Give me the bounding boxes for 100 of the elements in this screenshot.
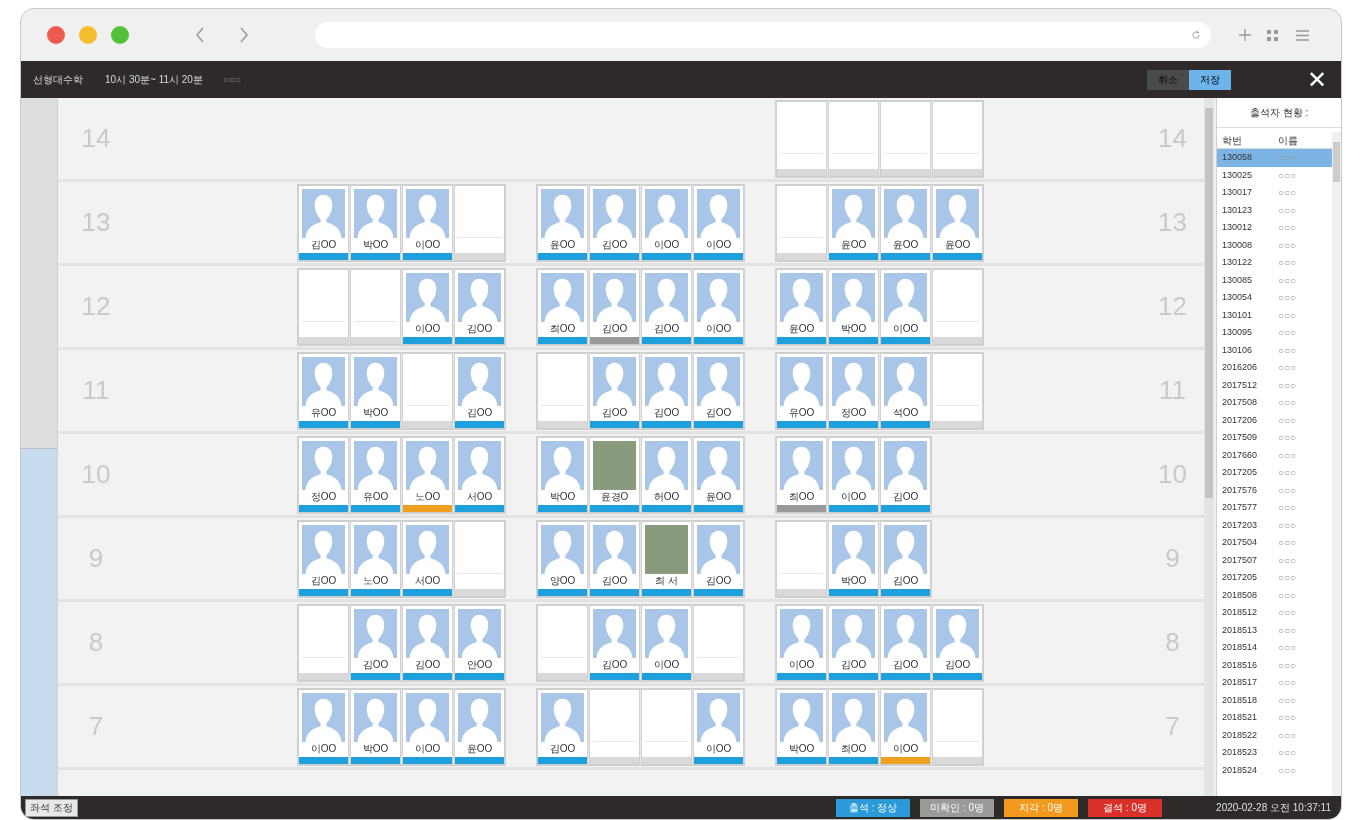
roster-row[interactable]: 2018514 ○○○ [1217, 639, 1332, 657]
seat-card[interactable] [880, 100, 931, 177]
seat-card[interactable]: 김OO [537, 688, 588, 765]
seat-card[interactable] [828, 100, 879, 177]
section-tab[interactable] [21, 449, 57, 796]
seat-card[interactable]: 김OO [298, 520, 349, 597]
toolbar-button[interactable]: 저장 [1189, 69, 1231, 90]
roster-row[interactable]: 2018513 ○○○ [1217, 621, 1332, 639]
seat-card[interactable]: 윤OO [880, 184, 931, 261]
seat-card[interactable]: 윤OO [537, 184, 588, 261]
seat-card[interactable]: 윤OO [828, 184, 879, 261]
seat-card[interactable]: 김OO [454, 268, 505, 345]
seat-card[interactable]: 이OO [402, 688, 453, 765]
seat-card[interactable]: 김OO [589, 268, 640, 345]
seat-card[interactable]: 김OO [828, 604, 879, 681]
seat-card[interactable]: 김OO [693, 352, 744, 429]
seat-card[interactable]: 김OO [589, 604, 640, 681]
roster-row[interactable]: 130101 ○○○ [1217, 306, 1332, 324]
seat-card[interactable]: 박OO [537, 436, 588, 513]
roster-row[interactable]: 2017203 ○○○ [1217, 516, 1332, 534]
menu-icon[interactable] [1296, 29, 1309, 41]
roster-row[interactable]: 2017512 ○○○ [1217, 376, 1332, 394]
seat-card[interactable]: 유OO [350, 436, 401, 513]
seat-card[interactable] [932, 688, 983, 765]
roster-row[interactable]: 2017507 ○○○ [1217, 551, 1332, 569]
seat-card[interactable]: 안OO [454, 604, 505, 681]
close-button[interactable]: ✕ [1307, 67, 1327, 92]
roster-row[interactable]: 2016206 ○○○ [1217, 359, 1332, 377]
seat-card[interactable] [454, 520, 505, 597]
seat-card[interactable]: 최 서 [641, 520, 692, 597]
seat-card[interactable]: 서OO [454, 436, 505, 513]
roster-row[interactable]: 2017509 ○○○ [1217, 429, 1332, 447]
forward-icon[interactable] [239, 27, 249, 43]
plus-icon[interactable] [1239, 29, 1251, 41]
roster-row[interactable]: 2017504 ○○○ [1217, 534, 1332, 552]
roster-row[interactable]: 130058 ○○○ [1217, 149, 1332, 167]
roster-row[interactable]: 130008 ○○○ [1217, 236, 1332, 254]
seat-card[interactable]: 박OO [350, 688, 401, 765]
roster-row[interactable]: 2018524 ○○○ [1217, 761, 1332, 779]
roster-row[interactable]: 130122 ○○○ [1217, 254, 1332, 272]
seat-card[interactable]: 석OO [880, 352, 931, 429]
seat-card[interactable]: 유OO [298, 352, 349, 429]
seat-card[interactable]: 김OO [589, 520, 640, 597]
roster-row[interactable]: 2017508 ○○○ [1217, 394, 1332, 412]
roster-row[interactable]: 130095 ○○○ [1217, 324, 1332, 342]
seat-card[interactable]: 김OO [298, 184, 349, 261]
seat-card[interactable]: 윤OO [932, 184, 983, 261]
seat-card[interactable]: 서OO [402, 520, 453, 597]
seat-card[interactable]: 최OO [828, 688, 879, 765]
seat-card[interactable]: 허OO [641, 436, 692, 513]
roster-row[interactable]: 2018522 ○○○ [1217, 726, 1332, 744]
roster-row[interactable]: 2017577 ○○○ [1217, 499, 1332, 517]
roster-row[interactable]: 130106 ○○○ [1217, 341, 1332, 359]
seat-card[interactable]: 김OO [880, 604, 931, 681]
close-window-icon[interactable] [47, 26, 65, 44]
seat-card[interactable]: 정OO [298, 436, 349, 513]
seat-card[interactable]: 이OO [776, 604, 827, 681]
seat-card[interactable]: 이OO [402, 268, 453, 345]
seat-card[interactable]: 김OO [402, 604, 453, 681]
seat-card[interactable]: 이OO [298, 688, 349, 765]
seat-card[interactable]: 정OO [828, 352, 879, 429]
maximize-window-icon[interactable] [111, 26, 129, 44]
seat-card[interactable] [776, 100, 827, 177]
grid-icon[interactable] [1267, 29, 1278, 41]
seat-card[interactable]: 윤OO [454, 688, 505, 765]
legend-button[interactable]: 결석 : 0명 [1088, 798, 1163, 817]
seat-card[interactable]: 윤OO [776, 268, 827, 345]
seat-card[interactable]: 김OO [589, 352, 640, 429]
minimize-window-icon[interactable] [79, 26, 97, 44]
seat-card[interactable]: 이OO [693, 268, 744, 345]
seat-card[interactable]: 박OO [828, 520, 879, 597]
scrollbar[interactable] [1332, 132, 1341, 796]
seat-card[interactable] [350, 268, 401, 345]
seat-card[interactable]: 김OO [350, 604, 401, 681]
roster-row[interactable]: 130017 ○○○ [1217, 184, 1332, 202]
section-tab[interactable] [21, 98, 57, 449]
roster-row[interactable]: 130025 ○○○ [1217, 166, 1332, 184]
seat-card[interactable]: 이OO [880, 268, 931, 345]
seat-card[interactable]: 이OO [693, 184, 744, 261]
roster-row[interactable]: 2018521 ○○○ [1217, 709, 1332, 727]
seat-card[interactable]: 김OO [932, 604, 983, 681]
seat-card[interactable]: 박OO [828, 268, 879, 345]
roster-row[interactable]: 2017576 ○○○ [1217, 481, 1332, 499]
seat-card[interactable]: 김OO [693, 520, 744, 597]
seat-card[interactable]: 노OO [350, 520, 401, 597]
seat-card[interactable] [776, 520, 827, 597]
seat-card[interactable]: 김OO [641, 268, 692, 345]
roster-row[interactable]: 2018517 ○○○ [1217, 674, 1332, 692]
seat-card[interactable]: 이OO [693, 688, 744, 765]
seat-card[interactable]: 유OO [776, 352, 827, 429]
seat-card[interactable] [693, 604, 744, 681]
seat-card[interactable] [298, 604, 349, 681]
roster-row[interactable]: 2017206 ○○○ [1217, 411, 1332, 429]
seat-card[interactable]: 이OO [402, 184, 453, 261]
roster-row[interactable]: 2017205 ○○○ [1217, 464, 1332, 482]
seat-card[interactable] [537, 604, 588, 681]
seat-card[interactable] [641, 688, 692, 765]
seat-card[interactable]: 최OO [776, 436, 827, 513]
seat-card[interactable]: 노OO [402, 436, 453, 513]
seat-adjust-button[interactable]: 좌석 조정 [25, 798, 78, 817]
